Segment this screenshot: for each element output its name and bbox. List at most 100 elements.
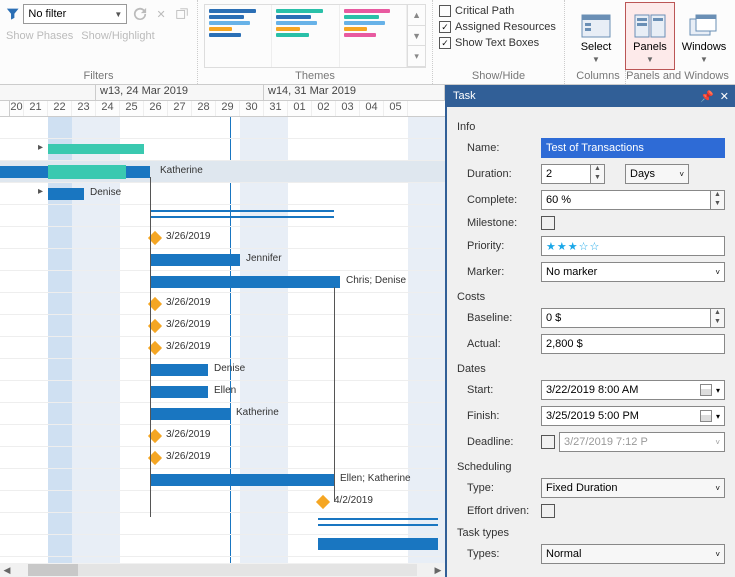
task-panel-title-bar[interactable]: Task 📌 ✕ <box>447 85 735 107</box>
bar-label: 3/26/2019 <box>166 231 211 242</box>
gantt-bar[interactable] <box>318 538 438 550</box>
name-label: Name: <box>457 142 541 154</box>
main-area: w13, 24 Mar 2019 w14, 31 Mar 2019 20 21 … <box>0 85 735 577</box>
actual-field[interactable]: 2,800 $ <box>541 334 725 354</box>
priority-field[interactable]: ★★★☆☆ <box>541 236 725 256</box>
bar-label: Chris; Denise <box>346 275 406 286</box>
duration-spinner[interactable]: ▲▼ <box>591 164 605 184</box>
expand-icon[interactable]: ▸ <box>38 142 43 153</box>
marker-label: Marker: <box>457 266 541 278</box>
complete-field[interactable]: 60 % <box>541 190 711 210</box>
effort-label: Effort driven: <box>457 505 541 517</box>
bar-label: Ellen; Katherine <box>340 473 411 484</box>
clear-filter-icon[interactable]: ✕ <box>153 5 170 23</box>
chevron-down-icon[interactable]: ▼ <box>408 26 425 47</box>
chevron-down-icon: ▼ <box>592 55 600 64</box>
themes-label: Themes <box>204 70 426 84</box>
gantt-bar[interactable] <box>150 408 230 420</box>
type-combo[interactable]: Fixed Duration˅ <box>541 478 725 498</box>
gantt-bar[interactable] <box>150 254 240 266</box>
finish-date-field[interactable]: 3/25/2019 5:00 PM ▾ <box>541 406 725 426</box>
task-types-section-label: Task types <box>457 521 725 541</box>
bar-label: 4/2/2019 <box>334 495 373 506</box>
effort-checkbox[interactable] <box>541 504 555 518</box>
popout-icon[interactable] <box>174 5 191 23</box>
horizontal-scrollbar[interactable]: ◀ ▶ <box>0 563 445 577</box>
dates-section-label: Dates <box>457 357 725 377</box>
chevron-down-icon: ▼ <box>114 10 122 19</box>
types-label: Types: <box>457 548 541 560</box>
deadline-checkbox[interactable] <box>541 435 555 449</box>
gantt-bar[interactable] <box>48 188 84 200</box>
show-highlight-link[interactable]: Show/Highlight <box>81 30 154 42</box>
gantt-summary-bar[interactable] <box>318 518 438 526</box>
scroll-right-icon[interactable]: ▶ <box>431 565 445 576</box>
bar-label: Katherine <box>160 165 203 176</box>
task-panel: Task 📌 ✕ Info Name: Test of Transactions… <box>445 85 735 577</box>
windows-button[interactable]: Windows ▼ <box>679 2 729 70</box>
chevron-down-icon: ▼ <box>646 55 654 64</box>
deadline-date-field[interactable]: 3/27/2019 7:12 P˅ <box>559 432 725 452</box>
scrollbar-thumb[interactable] <box>28 564 78 576</box>
critical-path-label: Critical Path <box>455 5 514 17</box>
theme-scroll[interactable]: ▲ ▼ ▾ <box>407 5 425 67</box>
gantt-body[interactable]: ▸ Katherine ▸ Denise 3/26/2019 Jennifer … <box>0 117 445 563</box>
themes-gallery[interactable]: ▲ ▼ ▾ <box>204 4 426 68</box>
show-text-boxes-check[interactable]: ✓ Show Text Boxes <box>439 34 558 50</box>
task-panel-body: Info Name: Test of Transactions Duration… <box>447 107 735 577</box>
baseline-field[interactable]: 0 $ <box>541 308 711 328</box>
select-label: Select <box>581 41 612 53</box>
calendar-icon[interactable] <box>700 384 712 396</box>
scroll-left-icon[interactable]: ◀ <box>0 565 14 576</box>
theme-thumb[interactable] <box>340 5 407 67</box>
show-text-boxes-label: Show Text Boxes <box>455 37 539 49</box>
critical-path-check[interactable]: Critical Path <box>439 2 558 18</box>
filter-combo-text: No filter <box>28 8 66 20</box>
pin-icon[interactable]: 📌 <box>700 90 714 103</box>
gantt-chart[interactable]: w13, 24 Mar 2019 w14, 31 Mar 2019 20 21 … <box>0 85 445 577</box>
connector-line <box>150 177 151 517</box>
baseline-label: Baseline: <box>457 312 541 324</box>
select-button[interactable]: Select ▼ <box>571 2 621 70</box>
expand-icon[interactable]: ▸ <box>38 186 43 197</box>
close-icon[interactable]: ✕ <box>720 90 729 103</box>
windows-label: Windows <box>682 41 727 53</box>
baseline-spinner[interactable]: ▲▼ <box>711 308 725 328</box>
checkbox-icon: ✓ <box>439 37 451 49</box>
name-field[interactable]: Test of Transactions <box>541 138 725 158</box>
actual-label: Actual: <box>457 338 541 350</box>
types-combo[interactable]: Normal˅ <box>541 544 725 564</box>
bar-label: 3/26/2019 <box>166 297 211 308</box>
deadline-label: Deadline: <box>457 436 541 448</box>
checkbox-icon <box>439 5 451 17</box>
marker-combo[interactable]: No marker˅ <box>541 262 725 282</box>
bar-label: 3/26/2019 <box>166 319 211 330</box>
more-themes-icon[interactable]: ▾ <box>408 46 425 67</box>
gantt-summary-bar[interactable] <box>150 210 334 218</box>
funnel-icon <box>6 7 19 21</box>
show-phases-link[interactable]: Show Phases <box>6 30 73 42</box>
gantt-bar[interactable] <box>150 364 208 376</box>
refresh-icon[interactable] <box>131 5 148 23</box>
filter-combo[interactable]: No filter ▼ <box>23 4 127 24</box>
duration-label: Duration: <box>457 168 541 180</box>
theme-thumb[interactable] <box>272 5 339 67</box>
finish-label: Finish: <box>457 410 541 422</box>
milestone-checkbox[interactable] <box>541 216 555 230</box>
chevron-up-icon[interactable]: ▲ <box>408 5 425 26</box>
calendar-icon[interactable] <box>700 410 712 422</box>
showhide-label: Show/Hide <box>439 70 558 84</box>
gantt-bar[interactable] <box>150 474 334 486</box>
bar-label: 3/26/2019 <box>166 341 211 352</box>
gantt-bar[interactable] <box>150 276 340 288</box>
complete-spinner[interactable]: ▲▼ <box>711 190 725 210</box>
gantt-bar[interactable] <box>48 144 144 154</box>
theme-thumb[interactable] <box>205 5 272 67</box>
gantt-bar[interactable] <box>48 165 126 179</box>
assigned-resources-check[interactable]: ✓ Assigned Resources <box>439 18 558 34</box>
duration-field[interactable] <box>541 164 591 184</box>
start-date-field[interactable]: 3/22/2019 8:00 AM ▾ <box>541 380 725 400</box>
duration-unit-combo[interactable]: Days˅ <box>625 164 689 184</box>
gantt-bar[interactable] <box>150 386 208 398</box>
panels-button[interactable]: Panels ▼ <box>625 2 675 70</box>
